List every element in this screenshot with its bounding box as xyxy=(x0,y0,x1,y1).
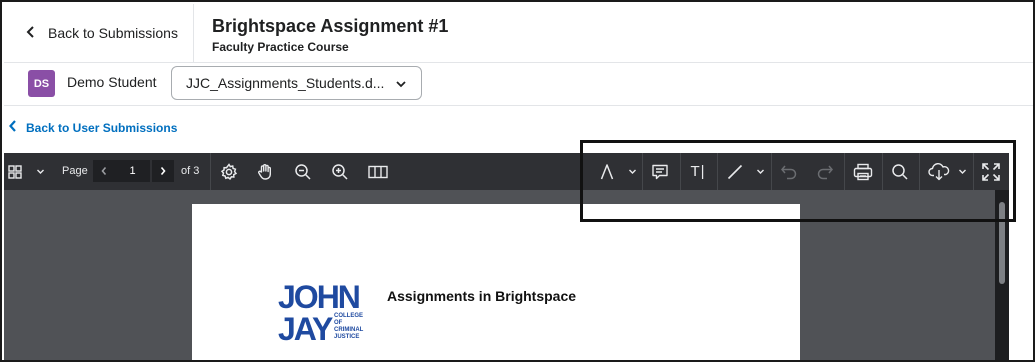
document-page: JOHN JAY COLLEGE OF CRIMINAL JUSTICE Ass… xyxy=(192,204,800,360)
download-chevron-down-icon[interactable] xyxy=(954,153,970,190)
logo-tagline-2: OF xyxy=(334,320,343,326)
back-to-user-submissions-label: Back to User Submissions xyxy=(26,120,178,135)
logo-line2: JAY xyxy=(278,311,333,342)
toolbar-divider xyxy=(642,153,643,190)
toolbar-divider xyxy=(882,153,883,190)
assignment-header: Back to Submissions Brightspace Assignme… xyxy=(4,4,1033,63)
line-chevron-down-icon[interactable] xyxy=(752,153,768,190)
page-layout-icon[interactable] xyxy=(365,153,391,190)
logo-tagline-4: JUSTICE xyxy=(334,334,359,340)
text-tool-icon[interactable]: T| xyxy=(685,153,711,190)
scrollbar-thumb[interactable] xyxy=(999,202,1005,284)
search-icon[interactable] xyxy=(887,153,913,190)
zoom-out-icon[interactable] xyxy=(290,153,316,190)
comment-icon[interactable] xyxy=(647,153,673,190)
back-to-submissions-label: Back to Submissions xyxy=(48,25,178,41)
download-icon[interactable] xyxy=(926,153,952,190)
pen-chevron-down-icon[interactable] xyxy=(624,153,640,190)
pan-hand-icon[interactable] xyxy=(252,153,278,190)
toolbar-divider xyxy=(680,153,681,190)
page-title: Brightspace Assignment #1 xyxy=(212,16,449,36)
settings-icon[interactable] xyxy=(216,153,242,190)
document-heading: Assignments in Brightspace xyxy=(387,288,577,304)
page-label: Page xyxy=(62,165,88,177)
print-icon[interactable] xyxy=(850,153,876,190)
undo-icon[interactable] xyxy=(776,153,802,190)
logo-tagline-1: COLLEGE xyxy=(334,313,363,319)
thumbnails-icon[interactable] xyxy=(4,153,26,190)
viewer-toolbar: Page of 3 xyxy=(4,153,1009,190)
selected-file-name: JJC_Assignments_Students.d... xyxy=(186,75,385,91)
toolbar-divider xyxy=(973,153,974,190)
next-page-button[interactable] xyxy=(152,160,174,182)
toolbar-divider xyxy=(919,153,920,190)
screenshot-frame: Back to Submissions Brightspace Assignme… xyxy=(0,0,1035,362)
course-name: Faculty Practice Course xyxy=(212,40,349,54)
logo-line1: JOHN xyxy=(278,279,359,315)
page-number-input[interactable] xyxy=(115,160,150,182)
chevron-down-icon xyxy=(395,77,407,93)
page-count: of 3 xyxy=(181,165,200,177)
previous-page-button[interactable] xyxy=(93,160,115,182)
fullscreen-icon[interactable] xyxy=(978,153,1004,190)
redo-icon[interactable] xyxy=(812,153,838,190)
title-block: Brightspace Assignment #1 Faculty Practi… xyxy=(212,15,448,54)
back-to-submissions-button[interactable]: Back to Submissions xyxy=(4,4,194,62)
toolbar-divider xyxy=(210,153,211,190)
chevron-left-icon xyxy=(26,25,40,41)
back-to-user-submissions-link[interactable]: Back to User Submissions xyxy=(9,120,177,135)
toolbar-divider xyxy=(717,153,718,190)
student-row: DS Demo Student JJC_Assignments_Students… xyxy=(4,63,1033,106)
toolbar-divider xyxy=(771,153,772,190)
file-select-dropdown[interactable]: JJC_Assignments_Students.d... xyxy=(171,66,422,100)
thumbnails-chevron-down-icon[interactable] xyxy=(30,153,50,190)
line-tool-icon[interactable] xyxy=(722,153,748,190)
chevron-left-icon xyxy=(9,120,17,135)
student-name: Demo Student xyxy=(67,74,157,90)
logo-tagline-3: CRIMINAL xyxy=(334,327,364,333)
pen-annotation-icon[interactable] xyxy=(594,153,620,190)
avatar: DS xyxy=(28,70,55,97)
john-jay-logo: JOHN JAY COLLEGE OF CRIMINAL JUSTICE xyxy=(278,279,364,342)
zoom-in-icon[interactable] xyxy=(327,153,353,190)
toolbar-divider xyxy=(844,153,845,190)
